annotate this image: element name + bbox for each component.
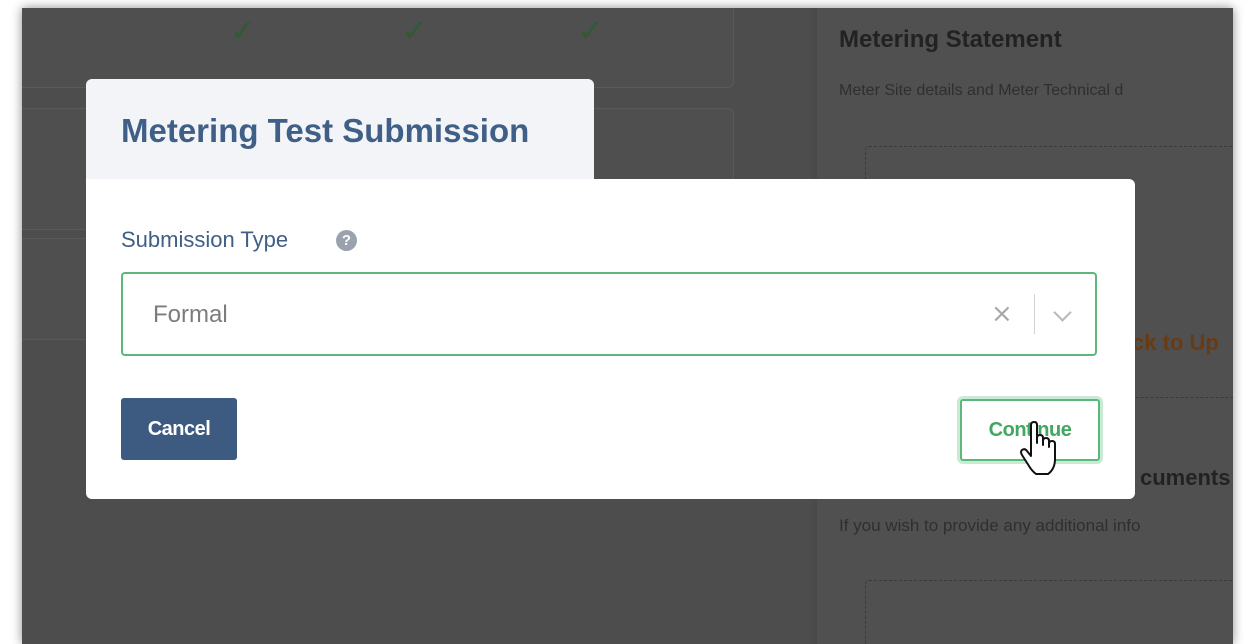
chevron-down-icon[interactable] — [1053, 303, 1072, 322]
documents-heading: cuments — [1140, 465, 1231, 490]
check-icon: ✓ — [578, 14, 604, 49]
submission-type-label: Submission Type — [121, 227, 289, 252]
select-divider — [1034, 294, 1035, 334]
submission-type-value: Formal — [153, 301, 228, 328]
background-link[interactable]: ck to Up — [1132, 330, 1219, 356]
modal-header: Metering Test Submission — [86, 79, 594, 187]
background-card — [22, 8, 734, 88]
modal-dialog: Submission Type ? Formal × Cancel Contin… — [86, 179, 1135, 499]
screen-frame: ✓ ✓ ✓ Metering Statement Meter Site deta… — [22, 8, 1233, 644]
modal-title: Metering Test Submission — [121, 112, 530, 149]
metering-statement-title: Metering Statement — [839, 26, 1062, 53]
question-circle-icon[interactable]: ? — [336, 230, 357, 251]
check-icon: ✓ — [402, 14, 428, 49]
metering-statement-subtitle: Meter Site details and Meter Technical d — [839, 82, 1124, 99]
check-icon: ✓ — [230, 14, 256, 49]
hand-cursor-icon — [1020, 421, 1056, 475]
documents-dropzone[interactable] — [865, 580, 1233, 644]
submission-type-select[interactable]: Formal × — [121, 272, 1097, 356]
cancel-button[interactable]: Cancel — [121, 398, 237, 460]
documents-description: If you wish to provide any additional in… — [839, 516, 1141, 535]
clear-icon[interactable]: × — [991, 299, 1013, 329]
